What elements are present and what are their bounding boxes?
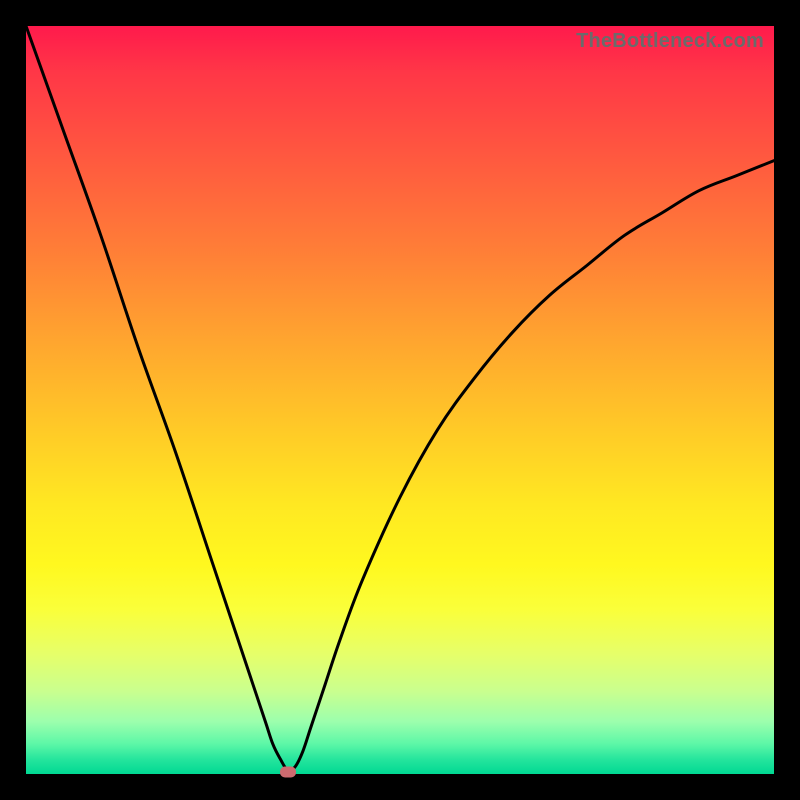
plot-area: TheBottleneck.com [26, 26, 774, 774]
optimal-point-marker [280, 766, 296, 777]
bottleneck-curve [26, 26, 774, 774]
chart-frame: TheBottleneck.com [0, 0, 800, 800]
